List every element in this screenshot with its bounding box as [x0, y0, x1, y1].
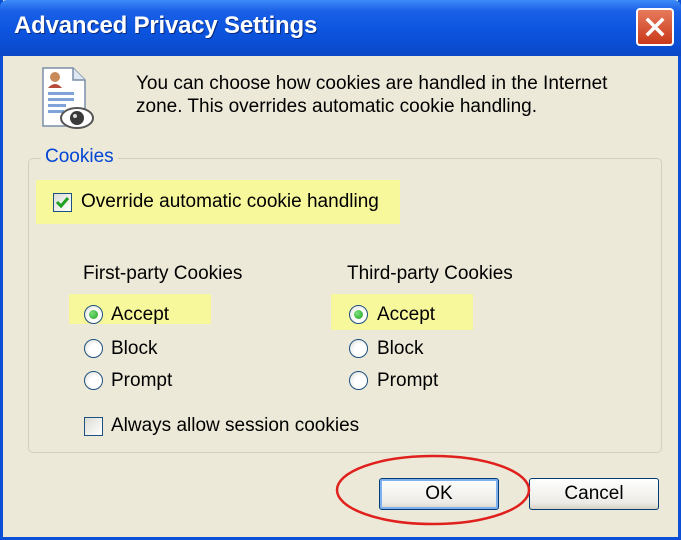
- third-party-block-radio[interactable]: [349, 339, 368, 358]
- override-checkbox[interactable]: [53, 193, 72, 212]
- first-party-heading: First-party Cookies: [83, 263, 243, 284]
- third-party-prompt-radio[interactable]: [349, 371, 368, 390]
- first-party-block-label[interactable]: Block: [111, 338, 157, 360]
- close-icon: [645, 17, 665, 37]
- privacy-document-eye-icon: [42, 67, 94, 129]
- third-party-accept-label[interactable]: Accept: [377, 304, 435, 326]
- radio-selected-dot: [89, 310, 98, 319]
- cookies-group-label: Cookies: [41, 146, 118, 168]
- advanced-privacy-settings-dialog: Advanced Privacy Settings You can choose…: [0, 0, 681, 540]
- third-party-prompt-label[interactable]: Prompt: [377, 370, 438, 392]
- third-party-accept-radio[interactable]: [349, 305, 368, 324]
- intro-text: You can choose how cookies are handled i…: [136, 73, 608, 117]
- third-party-block-label[interactable]: Block: [377, 338, 423, 360]
- window-title: Advanced Privacy Settings: [14, 12, 318, 39]
- first-party-prompt-label[interactable]: Prompt: [111, 370, 172, 392]
- third-party-heading: Third-party Cookies: [347, 263, 513, 284]
- title-bar[interactable]: Advanced Privacy Settings: [0, 0, 681, 56]
- first-party-prompt-radio[interactable]: [84, 371, 103, 390]
- first-party-block-radio[interactable]: [84, 339, 103, 358]
- first-party-accept-radio[interactable]: [84, 305, 103, 324]
- cancel-button[interactable]: Cancel: [529, 478, 659, 510]
- override-label[interactable]: Override automatic cookie handling: [81, 191, 379, 213]
- session-cookies-label[interactable]: Always allow session cookies: [111, 415, 359, 437]
- first-party-accept-label[interactable]: Accept: [111, 304, 169, 326]
- session-cookies-checkbox[interactable]: [84, 417, 103, 436]
- close-button[interactable]: [636, 8, 674, 46]
- checkmark-icon: [55, 197, 70, 209]
- ok-button[interactable]: OK: [379, 478, 499, 510]
- radio-selected-dot: [354, 310, 363, 319]
